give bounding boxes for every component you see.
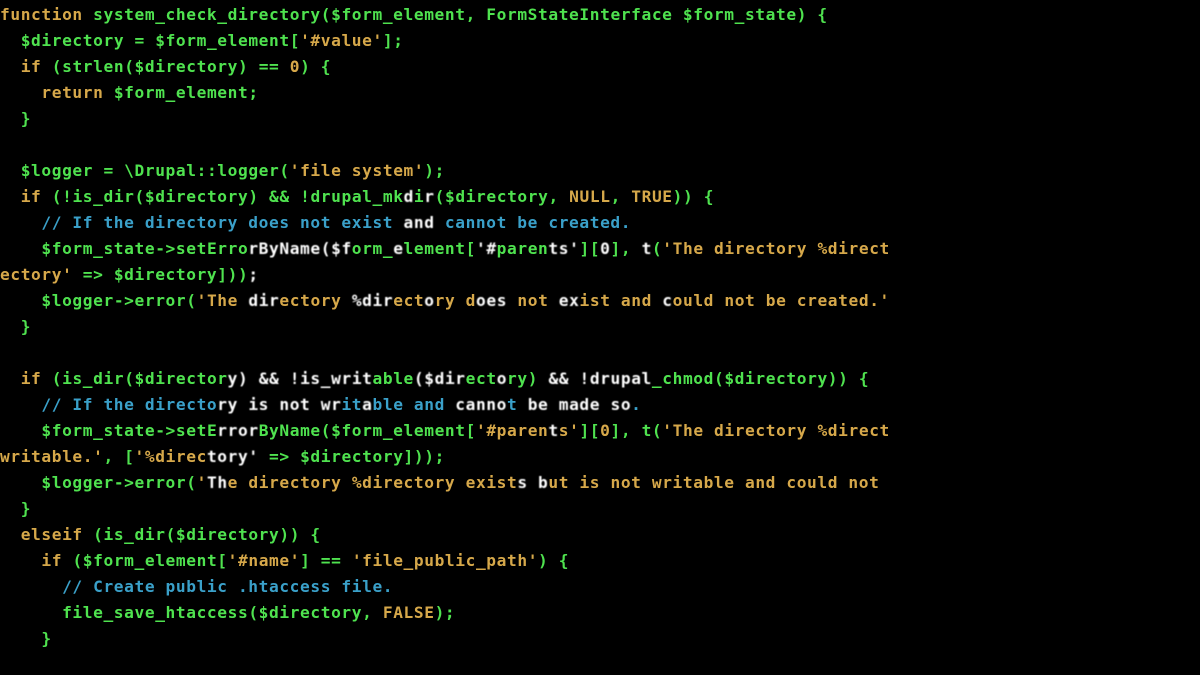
code-line: function system_check_directory($form_el… [0,5,828,24]
code-line: if ($form_element['#name'] == 'file_publ… [0,551,569,570]
code-line: $logger->error('The directory %directory… [0,473,890,492]
code-line: // If the directory is not writable and … [0,395,642,414]
code-line: } [0,109,31,128]
code-line: elseif (is_dir($directory)) { [0,525,321,544]
code-line: } [0,629,52,648]
code-line: if (strlen($directory) == 0) { [0,57,331,76]
code-line: $form_state->setErrorByName($form_elemen… [0,239,890,258]
code-line: $logger = \Drupal::logger('file system')… [0,161,445,180]
code-line: if (is_dir($directory) && !is_writable($… [0,369,869,388]
code-line: $form_state->setErrorByName($form_elemen… [0,421,890,440]
code-line: // Create public .htaccess file. [0,577,393,596]
code-line: } [0,317,31,336]
code-line: ectory' => $directory])); [0,265,259,284]
code-line: return $form_element; [0,83,259,102]
code-line: writable.', ['%directory' => $directory]… [0,447,445,466]
code-line: $logger->error('The directory %directory… [0,291,890,310]
code-line: // If the directory does not exist and c… [0,213,631,232]
code-line: file_save_htaccess($directory, FALSE); [0,603,455,622]
code-line: $directory = $form_element['#value']; [0,31,404,50]
code-line: } [0,499,31,518]
code-block: function system_check_directory($form_el… [0,0,1200,652]
code-line: if (!is_dir($directory) && !drupal_mkdir… [0,187,714,206]
